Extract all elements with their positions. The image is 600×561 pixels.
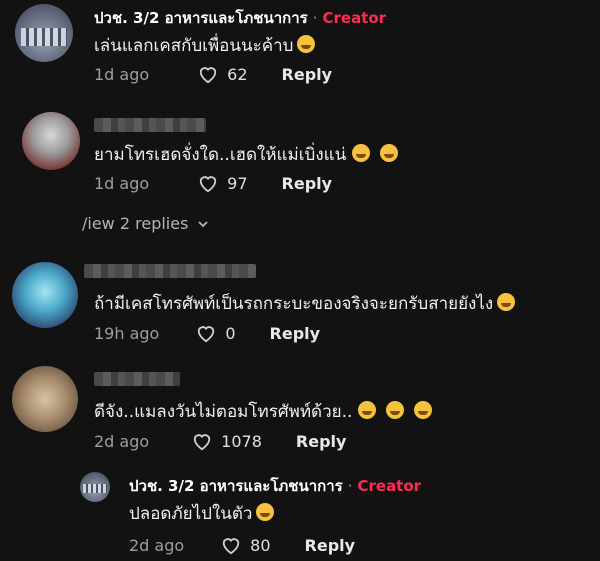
comment-text: ปลอดภัยไปในตัว	[129, 500, 275, 527]
comment-text-content: ถ้ามีเคสโทรศัพท์เป็นรถกระบะของจริงจะยกรั…	[94, 294, 494, 314]
heart-icon	[222, 538, 240, 555]
comment-header: ปวช. 3/2 อาหารและโภชนาการ · Creator	[94, 6, 386, 30]
sweat-smile-emoji-icon	[358, 401, 377, 419]
comment-text: ดีจัง..แมลงวันไม่ตอมโทรศัพท์ด้วย..	[94, 398, 433, 425]
heart-icon	[193, 434, 211, 451]
creator-badge: Creator	[322, 9, 387, 27]
blurred-username[interactable]	[94, 372, 180, 386]
grin-emoji-icon	[414, 401, 433, 419]
grin-emoji-icon	[386, 401, 405, 419]
creator-badge: Creator	[357, 477, 422, 495]
comment-text-content: ดีจัง..แมลงวันไม่ตอมโทรศัพท์ด้วย..	[94, 402, 353, 422]
comment-header: ปวช. 3/2 อาหารและโภชนาการ · Creator	[129, 474, 421, 498]
avatar[interactable]	[80, 472, 110, 502]
heart-icon	[199, 176, 217, 193]
like-button[interactable]: 62	[197, 64, 248, 84]
timestamp: 2d ago	[94, 431, 150, 451]
grin-emoji-icon	[297, 35, 316, 53]
heart-eyes-emoji-icon	[380, 144, 399, 162]
rofl-emoji-icon	[497, 293, 516, 311]
like-button[interactable]: 80	[220, 535, 271, 555]
like-count: 80	[250, 535, 271, 555]
separator-dot: ·	[312, 9, 318, 27]
heart-icon	[199, 67, 217, 84]
comment-meta: 1d ago 62 Reply	[94, 64, 332, 84]
comment-text-content: ยามโทรเฮดจั่งใด..เฮดให้แม่เบิ่งแน่	[94, 145, 347, 165]
comment-meta: 1d ago 97 Reply	[94, 173, 332, 193]
heart-eyes-emoji-icon	[352, 144, 371, 162]
like-button[interactable]: 0	[195, 323, 236, 343]
like-button[interactable]: 1078	[191, 431, 262, 451]
timestamp: 1d ago	[94, 64, 150, 84]
heart-icon	[198, 326, 215, 343]
blurred-username[interactable]	[84, 264, 256, 278]
avatar[interactable]	[15, 4, 73, 62]
comment-text-content: ปลอดภัยไปในตัว	[129, 504, 253, 524]
separator-dot: ·	[347, 477, 353, 495]
like-button[interactable]: 97	[197, 173, 248, 193]
blurred-username[interactable]	[94, 118, 206, 132]
username[interactable]: ปวช. 3/2 อาหารและโภชนาการ	[94, 6, 308, 30]
username[interactable]: ปวช. 3/2 อาหารและโภชนาการ	[129, 474, 343, 498]
like-count: 1078	[221, 431, 262, 451]
avatar[interactable]	[22, 112, 80, 170]
timestamp: 19h ago	[94, 323, 160, 343]
comment-text-content: เล่นแลกเคสกับเพื่อนนะค้าบ	[94, 36, 294, 56]
comment-text: ถ้ามีเคสโทรศัพท์เป็นรถกระบะของจริงจะยกรั…	[94, 290, 516, 317]
avatar[interactable]	[12, 262, 78, 328]
reply-button[interactable]: Reply	[305, 536, 356, 555]
reply-button[interactable]: Reply	[282, 65, 333, 84]
comment-meta: 2d ago 1078 Reply	[94, 431, 346, 451]
avatar[interactable]	[12, 366, 78, 432]
view-replies-button[interactable]: /iew 2 replies	[82, 214, 210, 233]
reply-button[interactable]: Reply	[270, 324, 321, 343]
grin-emoji-icon	[256, 503, 275, 521]
chevron-down-icon	[198, 220, 209, 227]
view-replies-label: /iew 2 replies	[82, 214, 189, 233]
like-count: 0	[225, 323, 236, 343]
comment-meta: 2d ago 80 Reply	[129, 535, 355, 555]
comment-text: ยามโทรเฮดจั่งใด..เฮดให้แม่เบิ่งแน่	[94, 141, 399, 168]
timestamp: 1d ago	[94, 173, 150, 193]
comment-meta: 19h ago 0 Reply	[94, 323, 320, 343]
reply-button[interactable]: Reply	[296, 432, 347, 451]
reply-button[interactable]: Reply	[282, 174, 333, 193]
comment-text: เล่นแลกเคสกับเพื่อนนะค้าบ	[94, 32, 316, 59]
like-count: 62	[227, 64, 248, 84]
like-count: 97	[227, 173, 248, 193]
timestamp: 2d ago	[129, 535, 185, 555]
